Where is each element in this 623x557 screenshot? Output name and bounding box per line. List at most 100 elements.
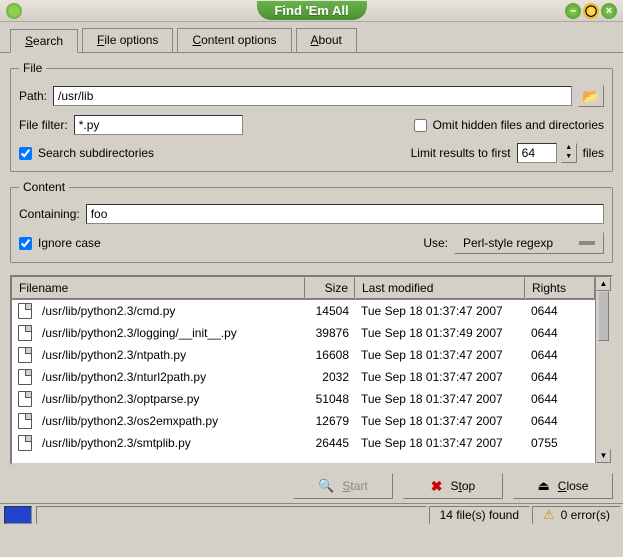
- cell-size: 51048: [305, 392, 355, 406]
- status-spacer: [36, 506, 427, 524]
- cell-modified: Tue Sep 18 01:37:47 2007: [355, 436, 525, 450]
- scroll-thumb[interactable]: [598, 291, 609, 341]
- containing-input[interactable]: [86, 204, 604, 224]
- scroll-down-icon[interactable]: ▼: [596, 449, 611, 463]
- titlebar: Find 'Em All – ◯ ×: [0, 0, 623, 22]
- cell-rights: 0644: [525, 392, 595, 406]
- start-button[interactable]: 🔍 Start: [293, 473, 393, 499]
- file-icon: [18, 391, 32, 407]
- filter-input[interactable]: [74, 115, 243, 135]
- cell-size: 12679: [305, 414, 355, 428]
- folder-open-icon: 📂: [582, 88, 599, 105]
- omit-hidden-label: Omit hidden files and directories: [433, 118, 604, 132]
- filter-label: File filter:: [19, 118, 68, 132]
- cell-modified: Tue Sep 18 01:37:47 2007: [355, 304, 525, 318]
- content-group: Content Containing: Ignore case Use: Per…: [10, 180, 613, 263]
- cell-filename: /usr/lib/python2.3/ntpath.py: [36, 348, 305, 362]
- file-legend: File: [19, 61, 46, 75]
- status-found: 14 file(s) found: [429, 506, 530, 524]
- exit-icon: ⏏: [538, 478, 550, 494]
- regexp-mode-combo[interactable]: Perl-style regexp: [454, 232, 604, 254]
- path-input[interactable]: [53, 86, 572, 106]
- minimize-icon[interactable]: –: [565, 3, 581, 19]
- cell-size: 2032: [305, 370, 355, 384]
- cell-filename: /usr/lib/python2.3/logging/__init__.py: [36, 326, 305, 340]
- limit-suffix: files: [583, 146, 604, 160]
- use-label: Use:: [423, 236, 448, 250]
- file-icon: [18, 347, 32, 363]
- cell-filename: /usr/lib/python2.3/smtplib.py: [36, 436, 305, 450]
- browse-folder-button[interactable]: 📂: [578, 85, 604, 107]
- cell-modified: Tue Sep 18 01:37:47 2007: [355, 370, 525, 384]
- cell-modified: Tue Sep 18 01:37:47 2007: [355, 414, 525, 428]
- errors-text: 0 error(s): [561, 508, 610, 522]
- table-row[interactable]: /usr/lib/python2.3/smtplib.py26445Tue Se…: [12, 432, 595, 454]
- table-row[interactable]: /usr/lib/python2.3/logging/__init__.py39…: [12, 322, 595, 344]
- file-icon: [18, 369, 32, 385]
- col-modified[interactable]: Last modified: [355, 277, 525, 299]
- subdirs-checkbox[interactable]: [19, 147, 32, 160]
- found-text: 14 file(s) found: [440, 508, 519, 522]
- path-label: Path:: [19, 89, 47, 103]
- close-icon[interactable]: ×: [601, 3, 617, 19]
- ignore-case-checkbox[interactable]: [19, 237, 32, 250]
- search-icon: 🔍: [318, 478, 334, 494]
- warning-icon: ⚠: [543, 507, 555, 523]
- cell-rights: 0644: [525, 370, 595, 384]
- file-icon: [18, 413, 32, 429]
- omit-hidden-checkbox[interactable]: [414, 119, 427, 132]
- cell-filename: /usr/lib/python2.3/nturl2path.py: [36, 370, 305, 384]
- stop-button[interactable]: ✖ Stop: [403, 473, 503, 499]
- progress-chip: [4, 506, 32, 524]
- cell-modified: Tue Sep 18 01:37:47 2007: [355, 348, 525, 362]
- regexp-mode-value: Perl-style regexp: [463, 236, 553, 250]
- cell-modified: Tue Sep 18 01:37:49 2007: [355, 326, 525, 340]
- limit-input[interactable]: [517, 143, 557, 163]
- table-row[interactable]: /usr/lib/python2.3/ntpath.py16608Tue Sep…: [12, 344, 595, 366]
- col-rights[interactable]: Rights: [525, 277, 595, 299]
- tab-about[interactable]: About: [296, 28, 357, 52]
- cell-size: 14504: [305, 304, 355, 318]
- cell-size: 16608: [305, 348, 355, 362]
- cell-size: 26445: [305, 436, 355, 450]
- col-filename[interactable]: Filename: [12, 277, 305, 299]
- scroll-up-icon[interactable]: ▲: [596, 277, 611, 291]
- tab-bar: Search File options Content options Abou…: [0, 22, 623, 53]
- status-bar: 14 file(s) found ⚠ 0 error(s): [0, 503, 623, 525]
- subdirs-label: Search subdirectories: [38, 146, 154, 160]
- table-row[interactable]: /usr/lib/python2.3/optparse.py51048Tue S…: [12, 388, 595, 410]
- cell-filename: /usr/lib/python2.3/optparse.py: [36, 392, 305, 406]
- window-title: Find 'Em All: [256, 1, 366, 20]
- file-group: File Path: 📂 File filter: Omit hidden fi…: [10, 61, 613, 172]
- file-icon: [18, 325, 32, 341]
- file-icon: [18, 303, 32, 319]
- content-legend: Content: [19, 180, 69, 194]
- table-row[interactable]: /usr/lib/python2.3/cmd.py14504Tue Sep 18…: [12, 300, 595, 322]
- maximize-icon[interactable]: ◯: [583, 3, 599, 19]
- cell-rights: 0755: [525, 436, 595, 450]
- col-size[interactable]: Size: [305, 277, 355, 299]
- tab-file-options[interactable]: File options: [82, 28, 173, 52]
- cell-filename: /usr/lib/python2.3/os2emxpath.py: [36, 414, 305, 428]
- file-icon: [18, 435, 32, 451]
- close-button[interactable]: ⏏ Close: [513, 473, 613, 499]
- table-row[interactable]: /usr/lib/python2.3/nturl2path.py2032Tue …: [12, 366, 595, 388]
- cell-filename: /usr/lib/python2.3/cmd.py: [36, 304, 305, 318]
- results-scrollbar[interactable]: ▲ ▼: [595, 277, 611, 463]
- limit-spinner[interactable]: ▲▼: [561, 143, 577, 163]
- cell-rights: 0644: [525, 326, 595, 340]
- button-bar: 🔍 Start ✖ Stop ⏏ Close: [0, 465, 623, 503]
- cell-modified: Tue Sep 18 01:37:47 2007: [355, 392, 525, 406]
- table-row[interactable]: /usr/lib/python2.3/os2emxpath.py12679Tue…: [12, 410, 595, 432]
- status-errors: ⚠ 0 error(s): [532, 506, 621, 524]
- tab-search[interactable]: Search: [10, 29, 78, 53]
- combo-handle-icon: [579, 241, 595, 245]
- cell-rights: 0644: [525, 348, 595, 362]
- results-header: Filename Size Last modified Rights: [12, 277, 595, 300]
- ignore-case-label: Ignore case: [38, 236, 101, 250]
- cell-size: 39876: [305, 326, 355, 340]
- stop-icon: ✖: [431, 478, 443, 495]
- app-icon: [6, 3, 22, 19]
- tab-content-options[interactable]: Content options: [177, 28, 291, 52]
- results-table: Filename Size Last modified Rights /usr/…: [10, 275, 613, 465]
